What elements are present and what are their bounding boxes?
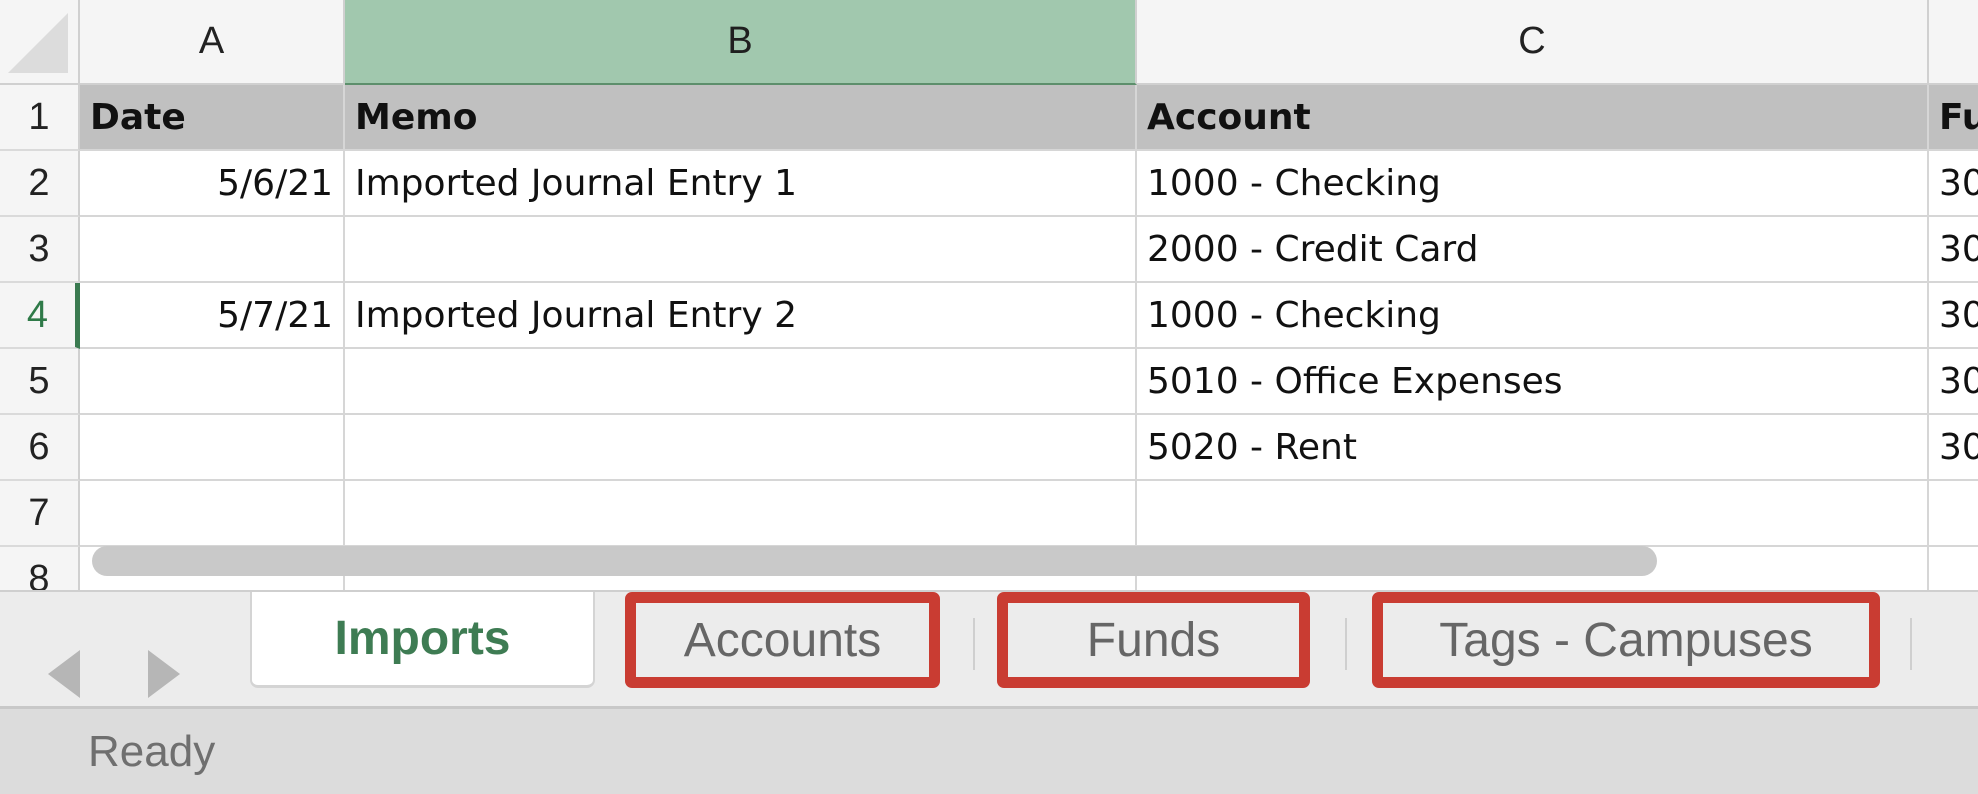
cell-b7[interactable] [345,481,1137,547]
column-header-d[interactable] [1929,0,1978,85]
cell-c2[interactable]: 1000 - Checking [1137,151,1929,217]
cell-d7[interactable] [1929,481,1978,547]
row-header-2[interactable]: 2 [0,151,80,217]
sheet-tab-funds[interactable]: Funds [997,592,1310,688]
cell-d3[interactable]: 30 [1929,217,1978,283]
horizontal-scrollbar[interactable] [92,546,1657,576]
tab-separator [1345,618,1347,670]
cell-a3[interactable] [80,217,345,283]
cell-c5[interactable]: 5010 - Office Expenses [1137,349,1929,415]
column-header-a[interactable]: A [80,0,345,85]
select-all-button[interactable] [0,0,80,85]
row-header-3[interactable]: 3 [0,217,80,283]
triangle-right-icon[interactable] [148,650,180,698]
sheet-tab-bar: Imports Accounts Funds Tags - Campuses [0,590,1978,706]
cell-c4[interactable]: 1000 - Checking [1137,283,1929,349]
cell-c7[interactable] [1137,481,1929,547]
row-header-7[interactable]: 7 [0,481,80,547]
row-header-4[interactable]: 4 [0,283,80,349]
cell-a7[interactable] [80,481,345,547]
cell-d4[interactable]: 30 [1929,283,1978,349]
status-bar: Ready [0,706,1978,794]
cell-c3[interactable]: 2000 - Credit Card [1137,217,1929,283]
row-header-5[interactable]: 5 [0,349,80,415]
cell-b2[interactable]: Imported Journal Entry 1 [345,151,1137,217]
sheet-tab-tags-campuses[interactable]: Tags - Campuses [1372,592,1880,688]
cell-d1[interactable]: Fu [1929,85,1978,151]
sheet-tab-imports[interactable]: Imports [250,592,595,688]
cell-a6[interactable] [80,415,345,481]
cell-b3[interactable] [345,217,1137,283]
row-header-6[interactable]: 6 [0,415,80,481]
cell-c1[interactable]: Account [1137,85,1929,151]
cell-a2[interactable]: 5/6/21 [80,151,345,217]
cell-c6[interactable]: 5020 - Rent [1137,415,1929,481]
cell-d2[interactable]: 30 [1929,151,1978,217]
cell-b6[interactable] [345,415,1137,481]
cell-b1[interactable]: Memo [345,85,1137,151]
sheet-tab-accounts[interactable]: Accounts [625,592,940,688]
cell-a4[interactable]: 5/7/21 [80,283,345,349]
cell-a5[interactable] [80,349,345,415]
triangle-left-icon[interactable] [48,650,80,698]
cell-b5[interactable] [345,349,1137,415]
column-header-b[interactable]: B [345,0,1137,85]
cell-d5[interactable]: 30 [1929,349,1978,415]
cell-a1[interactable]: Date [80,85,345,151]
spreadsheet-grid: A B C 1 2 3 4 5 6 7 8 Date Memo Account … [0,0,1978,590]
cell-d6[interactable]: 30 [1929,415,1978,481]
select-all-corner-icon [8,13,68,73]
tab-separator [973,618,975,670]
row-header-8[interactable]: 8 [0,547,80,590]
tab-separator [1910,618,1912,670]
cell-d8[interactable] [1929,547,1978,590]
column-header-c[interactable]: C [1137,0,1929,85]
status-text: Ready [88,727,216,776]
cell-b4[interactable]: Imported Journal Entry 2 [345,283,1137,349]
row-header-1[interactable]: 1 [0,85,80,151]
